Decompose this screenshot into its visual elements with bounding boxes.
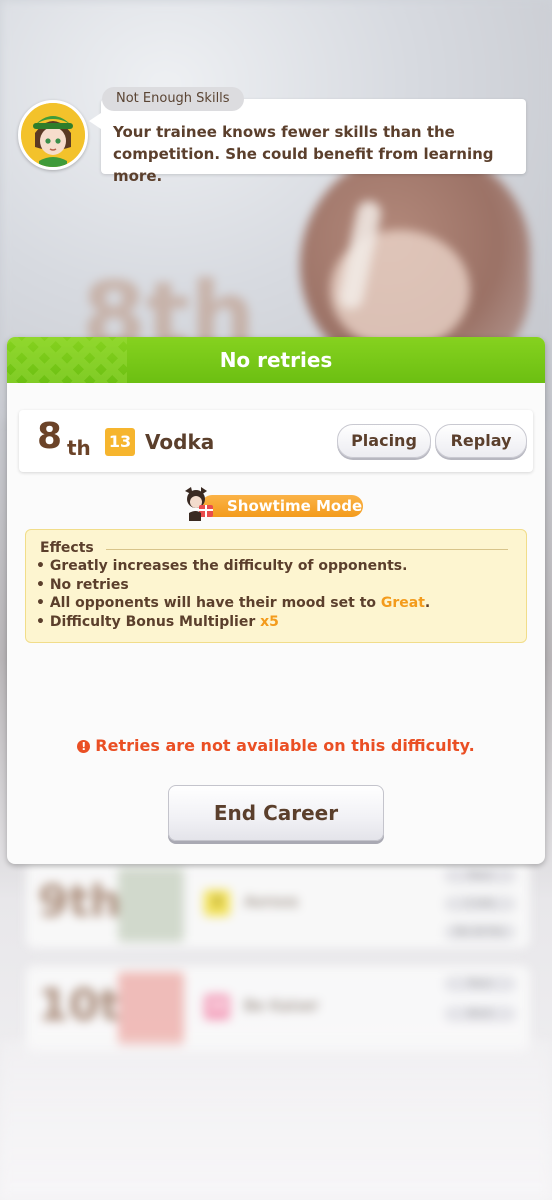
row-tag: Neck <box>444 1006 516 1022</box>
effects-panel: Effects • Greatly increases the difficul… <box>25 529 527 643</box>
end-career-button[interactable]: End Career <box>168 785 384 841</box>
character-thumbnail <box>118 868 184 942</box>
placing-button[interactable]: Placing <box>337 424 431 458</box>
no-retries-dialog: No retries 8 th 13 Vodka Placing Replay … <box>7 337 545 864</box>
exclamation-icon: ! <box>77 740 91 753</box>
notice-tag: Not Enough Skills <box>102 87 244 111</box>
row-gate: 16 <box>204 994 230 1020</box>
replay-button[interactable]: Replay <box>435 424 527 458</box>
retry-warning: ! Retries are not available on this diffi… <box>7 736 545 755</box>
result-card: 8 th 13 Vodka Placing Replay <box>19 410 533 472</box>
character-thumbnail <box>118 972 184 1046</box>
result-place: 8 <box>37 416 63 457</box>
horse-name: Vodka <box>145 430 215 454</box>
effect-item: • Difficulty Bonus Multiplier x5 <box>36 613 279 630</box>
retry-warning-text: Retries are not available on this diffic… <box>95 736 475 755</box>
row-tag: Pace <box>444 976 516 992</box>
effect-item: • No retries <box>36 576 129 593</box>
effects-list: • Greatly increases the difficulty of op… <box>36 557 430 631</box>
row-gate: 3 <box>204 890 230 916</box>
mood-value: Great <box>380 595 425 611</box>
showtime-character-icon <box>185 487 213 521</box>
gate-number-badge: 13 <box>105 428 135 456</box>
row-place: 9th <box>38 876 121 927</box>
bottom-fade <box>0 1040 552 1200</box>
effect-item: • All opponents will have their mood set… <box>36 595 431 611</box>
dialog-title: No retries <box>219 348 333 372</box>
showtime-mode-badge: Showtime Mode <box>179 485 365 521</box>
effects-divider <box>106 549 508 550</box>
showtime-mode-label: Showtime Mode <box>201 495 363 517</box>
background-result-row: 9th 3 Aoroos Pace 3 3/4L No.16 Fav <box>26 862 530 948</box>
notice-message: Your trainee knows fewer skills than the… <box>113 123 494 185</box>
row-tag: 3 3/4L <box>444 896 516 912</box>
row-tag: No.16 Fav <box>444 924 516 940</box>
effect-item: • Greatly increases the difficulty of op… <box>36 558 408 574</box>
row-tag: Pace <box>444 868 516 884</box>
multiplier-value: x5 <box>260 613 279 630</box>
row-name: Be Kaiser <box>244 996 320 1015</box>
result-place-suffix: th <box>67 436 91 460</box>
trainer-portrait-icon <box>18 100 88 170</box>
row-name: Aoroos <box>244 892 299 911</box>
effects-heading: Effects <box>40 540 94 556</box>
dialog-header: No retries <box>7 337 545 383</box>
